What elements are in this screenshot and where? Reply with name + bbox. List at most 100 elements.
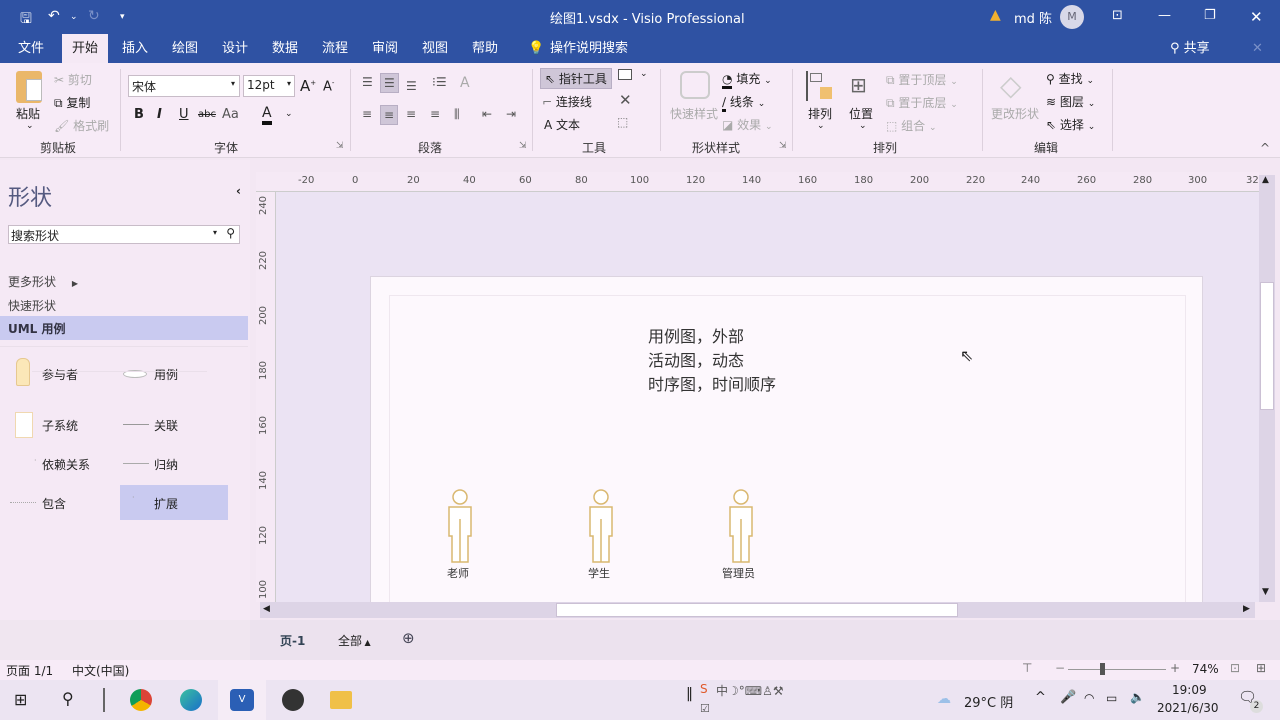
actor-shape[interactable]: 学生 xyxy=(582,489,622,580)
scroll-thumb[interactable] xyxy=(556,603,958,617)
edge-icon[interactable] xyxy=(180,689,202,711)
quick-styles-icon[interactable] xyxy=(680,71,710,99)
zoom-in-button[interactable]: + xyxy=(1170,661,1180,675)
actor-shape[interactable]: 管理员 xyxy=(722,489,762,580)
align-middle-icon[interactable]: ☰ xyxy=(380,73,399,93)
underline-button[interactable]: U xyxy=(179,107,189,122)
switch-windows-icon[interactable]: ⊞ xyxy=(1256,661,1266,675)
tab-data[interactable]: 数据 xyxy=(262,34,308,63)
windows-start-icon[interactable]: ⊞ xyxy=(14,690,27,709)
wifi-icon[interactable]: ◠ xyxy=(1084,691,1094,705)
position-icon[interactable]: ⊞ xyxy=(850,73,867,97)
paragraph-dialog-launcher-icon[interactable]: ⇲ xyxy=(519,141,527,151)
effects-button[interactable]: ◪ 效果 ⌄ xyxy=(722,116,773,133)
tab-design[interactable]: 设计 xyxy=(212,34,258,63)
close-ribbon-icon[interactable]: ✕ xyxy=(1242,34,1273,63)
tab-view[interactable]: 视图 xyxy=(412,34,458,63)
align-left-icon[interactable]: ≡ xyxy=(362,107,372,121)
show-hidden-icons[interactable]: ^ xyxy=(1035,690,1046,705)
page-tab-1[interactable]: 页-1 xyxy=(280,632,305,649)
shape-item-dependency[interactable]: 依赖关系 xyxy=(42,456,90,473)
shape-item-extend[interactable]: · 扩展 xyxy=(120,485,228,520)
sogou-ime-icon[interactable]: S xyxy=(700,682,708,696)
tab-help[interactable]: 帮助 xyxy=(462,34,508,63)
quick-shapes[interactable]: 快速形状 xyxy=(8,297,56,314)
shape-item-generalization[interactable]: 归纳 xyxy=(154,456,178,473)
increase-indent-icon[interactable]: ⇥ xyxy=(506,107,516,121)
align-top-icon[interactable]: ☰ xyxy=(362,75,373,89)
drawing-canvas[interactable]: 用例图，外部 活动图，动态 时序图，时间顺序 老师 学生 管理员 ⇖ xyxy=(276,192,1259,602)
zoom-slider-thumb[interactable] xyxy=(1100,663,1105,675)
language[interactable]: 中文(中国) xyxy=(72,662,129,679)
tab-home[interactable]: 开始 xyxy=(62,34,109,63)
layers-button[interactable]: ≋ 图层 ⌄ xyxy=(1046,93,1095,110)
redo-icon[interactable]: ↻ xyxy=(88,8,100,24)
fill-button[interactable]: ◔ 填充 ⌄ xyxy=(722,70,772,89)
zoom-slider[interactable] xyxy=(1068,669,1166,670)
edit-icon[interactable]: ☑ xyxy=(700,702,710,715)
format-painter-button[interactable]: 🖌 格式刷 xyxy=(54,117,109,134)
horizontal-scrollbar[interactable]: ◀ ▶ xyxy=(260,602,1255,618)
stencil-uml-use-case[interactable]: UML 用例 xyxy=(0,316,248,340)
cut-button[interactable]: ✂ 剪切 xyxy=(54,71,92,88)
actor-shape[interactable]: 老师 xyxy=(441,489,481,580)
microphone-icon[interactable]: 🎤 xyxy=(1060,690,1076,705)
drawing-page[interactable]: 用例图，外部 活动图，动态 时序图，时间顺序 老师 学生 管理员 xyxy=(370,276,1203,602)
arrange-dropdown-icon[interactable]: ⌄ xyxy=(817,121,825,131)
align-icon[interactable] xyxy=(806,71,836,101)
fit-to-window-icon[interactable]: ⊡ xyxy=(1230,661,1240,675)
connection-point-icon[interactable]: ⬚ xyxy=(617,115,628,129)
copy-button[interactable]: ⧉ 复制 xyxy=(54,94,90,111)
tab-insert[interactable]: 插入 xyxy=(112,34,158,63)
close-icon[interactable]: ✕ xyxy=(1250,8,1263,26)
find-button[interactable]: ⚲ 查找 ⌄ xyxy=(1046,70,1094,87)
pointer-tool-button[interactable]: ⇖ 指针工具 xyxy=(540,68,612,89)
vertical-scrollbar[interactable]: ▲ ▼ xyxy=(1259,175,1275,602)
text-direction-icon[interactable]: A xyxy=(460,75,470,91)
undo-dropdown-icon[interactable]: ⌄ xyxy=(70,12,78,22)
tab-draw[interactable]: 绘图 xyxy=(162,34,208,63)
rectangle-dropdown-icon[interactable]: ⌄ xyxy=(640,69,648,79)
shrink-font-icon[interactable]: A- xyxy=(323,79,334,94)
zoom-out-button[interactable]: − xyxy=(1055,661,1065,675)
text-tool-button[interactable]: A 文本 xyxy=(544,116,580,133)
presentation-mode-icon[interactable]: ⊤ xyxy=(1022,661,1032,675)
font-dialog-launcher-icon[interactable]: ⇲ xyxy=(336,141,344,151)
change-shape-icon[interactable]: ◇ xyxy=(1000,69,1022,102)
share-button[interactable]: ⚲ 共享 xyxy=(1160,34,1220,63)
grow-font-icon[interactable]: A+ xyxy=(300,77,316,95)
ime-tools-icon[interactable]: 中☽°⌨♙⚒ xyxy=(716,682,784,699)
shape-item-association[interactable]: 关联 xyxy=(154,417,178,434)
delete-connector-icon[interactable]: ✕ xyxy=(619,91,632,109)
shape-item-use-case[interactable]: 用例 xyxy=(154,366,178,383)
font-size-select[interactable]: 12pt ▾ xyxy=(243,75,295,97)
bullets-icon[interactable]: ⁝☰ xyxy=(432,75,447,89)
send-to-back-button[interactable]: ⧉ 置于底层 ⌄ xyxy=(886,94,958,111)
quick-styles-button[interactable]: 快速样式 xyxy=(670,105,718,122)
change-shape-button[interactable]: 更改形状 xyxy=(991,105,1039,122)
volume-icon[interactable]: 🔈 xyxy=(1130,690,1145,704)
connector-button[interactable]: ⌐ 连接线 xyxy=(542,93,592,110)
paste-dropdown-icon[interactable]: ⌄ xyxy=(26,121,34,131)
tell-me-search[interactable]: 操作说明搜索 xyxy=(540,34,638,63)
vertical-text-icon[interactable]: ⫼ xyxy=(454,107,460,122)
restore-icon[interactable]: ❐ xyxy=(1204,8,1216,23)
add-page-icon[interactable]: ⊕ xyxy=(402,629,415,647)
change-case-button[interactable]: Aa xyxy=(222,107,239,122)
page-number[interactable]: 页面 1/1 xyxy=(6,662,53,679)
arrange-button[interactable]: 排列 xyxy=(808,105,832,122)
font-color-button[interactable]: A xyxy=(262,105,272,125)
visio-taskbar-button[interactable]: V xyxy=(218,680,266,720)
all-pages-button[interactable]: 全部 ▲ xyxy=(338,632,371,649)
font-name-select[interactable]: 宋体 ▾ xyxy=(128,75,240,97)
clock-date[interactable]: 2021/6/30 xyxy=(1157,701,1219,715)
scroll-thumb[interactable] xyxy=(1260,282,1274,410)
rectangle-tool-icon[interactable] xyxy=(618,69,632,80)
ribbon-display-icon[interactable]: ⊡ xyxy=(1112,8,1123,23)
group-button[interactable]: ⬚ 组合 ⌄ xyxy=(886,117,937,134)
position-dropdown-icon[interactable]: ⌄ xyxy=(859,121,867,131)
zoom-level[interactable]: 74% xyxy=(1192,662,1219,676)
select-button[interactable]: ⇖ 选择 ⌄ xyxy=(1046,116,1095,133)
collapse-pane-icon[interactable]: ‹ xyxy=(236,184,241,198)
shape-item-subsystem[interactable]: 子系统 xyxy=(42,417,78,434)
